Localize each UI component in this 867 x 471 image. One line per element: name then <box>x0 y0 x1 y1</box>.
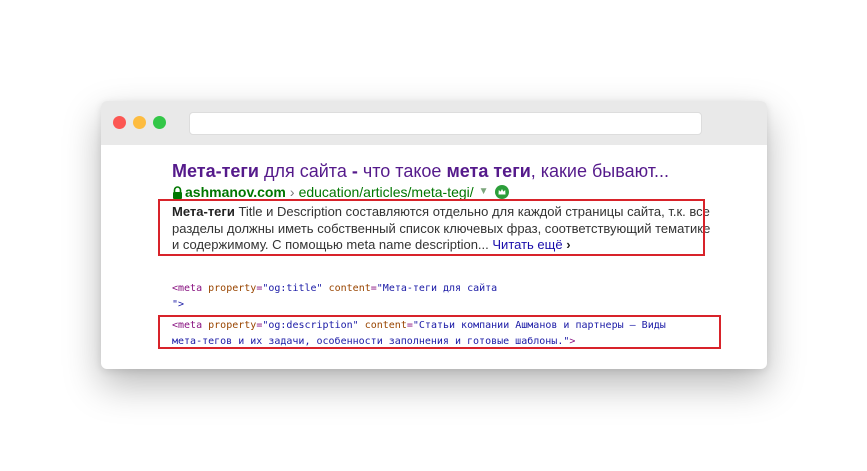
minimize-window-button[interactable] <box>133 116 146 129</box>
title-bar <box>101 101 767 145</box>
code-attr: property <box>208 283 257 294</box>
search-result-title[interactable]: Мета-теги для сайта - что такое мета тег… <box>172 159 669 183</box>
code-value: "og:title" <box>262 283 323 294</box>
title-part: , какие бывают... <box>530 161 669 181</box>
title-part: для сайта <box>258 161 352 181</box>
crown-badge-icon <box>494 185 509 199</box>
code-tag: <meta <box>172 283 203 294</box>
page-content: Мета-теги для сайта - что такое мета тег… <box>101 145 767 369</box>
code-value: "Мета-теги для сайта <box>376 283 498 294</box>
title-part: мета теги <box>446 161 531 181</box>
close-window-button[interactable] <box>113 116 126 129</box>
title-part: что такое <box>357 161 447 181</box>
lock-icon <box>173 185 182 199</box>
snippet-highlight-box <box>158 199 705 256</box>
code-attr: content <box>328 283 371 294</box>
og-description-highlight-box <box>158 315 721 349</box>
maximize-window-button[interactable] <box>153 116 166 129</box>
og-title-code: <meta property="og:title" content="Мета-… <box>172 281 497 313</box>
browser-window: Мета-теги для сайта - что такое мета тег… <box>101 101 767 369</box>
title-part: Мета-теги <box>172 161 259 181</box>
code-closing: "> <box>172 299 185 310</box>
address-bar[interactable] <box>189 112 702 135</box>
